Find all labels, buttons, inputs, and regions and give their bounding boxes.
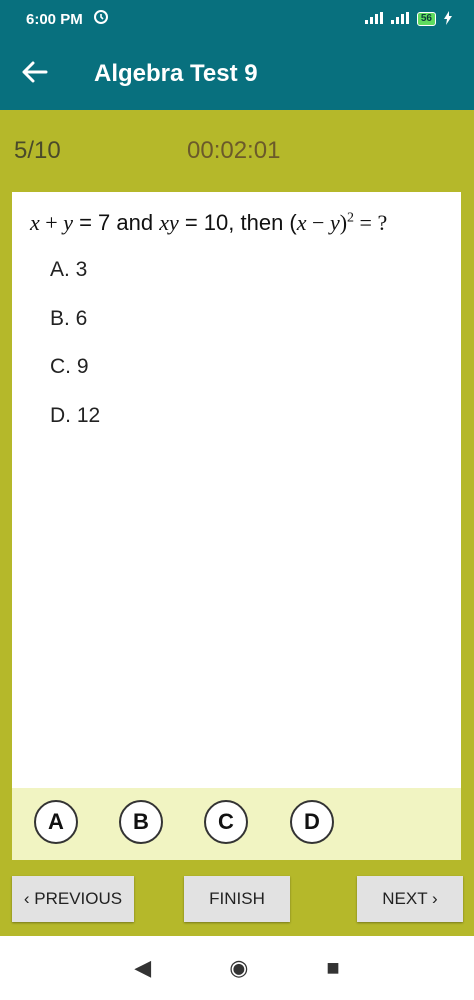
- question-text: x + y = 7 and xy = 10, then (x − y)2 = ?: [30, 210, 387, 236]
- question-counter: 5/10: [14, 137, 61, 164]
- question-part: = ?: [354, 210, 388, 235]
- answer-button-c[interactable]: C: [204, 800, 248, 844]
- option-list: A. 3 B. 6 C. 9 D. 12: [50, 258, 100, 452]
- back-arrow-icon[interactable]: [22, 58, 70, 90]
- option-a: A. 3: [50, 258, 88, 281]
- next-button[interactable]: NEXT ›: [357, 876, 463, 922]
- answer-button-b[interactable]: B: [119, 800, 163, 844]
- answer-strip: A B C D: [12, 788, 461, 860]
- nav-recents-icon[interactable]: ■: [326, 955, 339, 981]
- signal-icon: [364, 11, 383, 27]
- question-part: = 7 and: [72, 210, 160, 235]
- previous-button[interactable]: ‹ PREVIOUS: [12, 876, 134, 922]
- finish-button[interactable]: FINISH: [184, 876, 290, 922]
- system-nav-bar: ◀ ◉ ■: [0, 936, 474, 1000]
- page-title: Algebra Test 9: [94, 60, 258, 87]
- question-part: ): [339, 210, 348, 235]
- timer: 00:02:01: [187, 137, 281, 164]
- battery-icon: 56: [416, 12, 436, 26]
- nav-back-icon[interactable]: ◀: [134, 955, 151, 981]
- charging-icon: [444, 10, 452, 28]
- status-bar: 6:00 PM 56: [0, 0, 474, 38]
- option-c: C. 9: [50, 355, 89, 378]
- question-var-y: y: [329, 210, 340, 235]
- progress-row: 5/10 00:02:01: [0, 110, 474, 192]
- app-bar: Algebra Test 9: [0, 38, 474, 110]
- question-card: x + y = 7 and xy = 10, then (x − y)2 = ?…: [12, 192, 461, 860]
- option-d: D. 12: [50, 403, 101, 427]
- status-time: 6:00 PM: [26, 10, 83, 28]
- signal-icon: [390, 11, 409, 27]
- nav-home-icon[interactable]: ◉: [229, 955, 248, 981]
- answer-button-d[interactable]: D: [290, 800, 334, 844]
- alarm-icon: [93, 9, 109, 29]
- question-part: = 10, then (: [178, 210, 297, 235]
- question-part: +: [39, 210, 64, 235]
- question-exponent: 2: [347, 210, 355, 226]
- answer-button-a[interactable]: A: [34, 800, 78, 844]
- question-var-x: x: [296, 210, 307, 235]
- question-var-xy: xy: [159, 210, 179, 235]
- option-b: B. 6: [50, 306, 88, 330]
- question-part: −: [306, 210, 330, 235]
- question-var-x: x: [30, 210, 40, 235]
- question-var-y: y: [63, 210, 73, 235]
